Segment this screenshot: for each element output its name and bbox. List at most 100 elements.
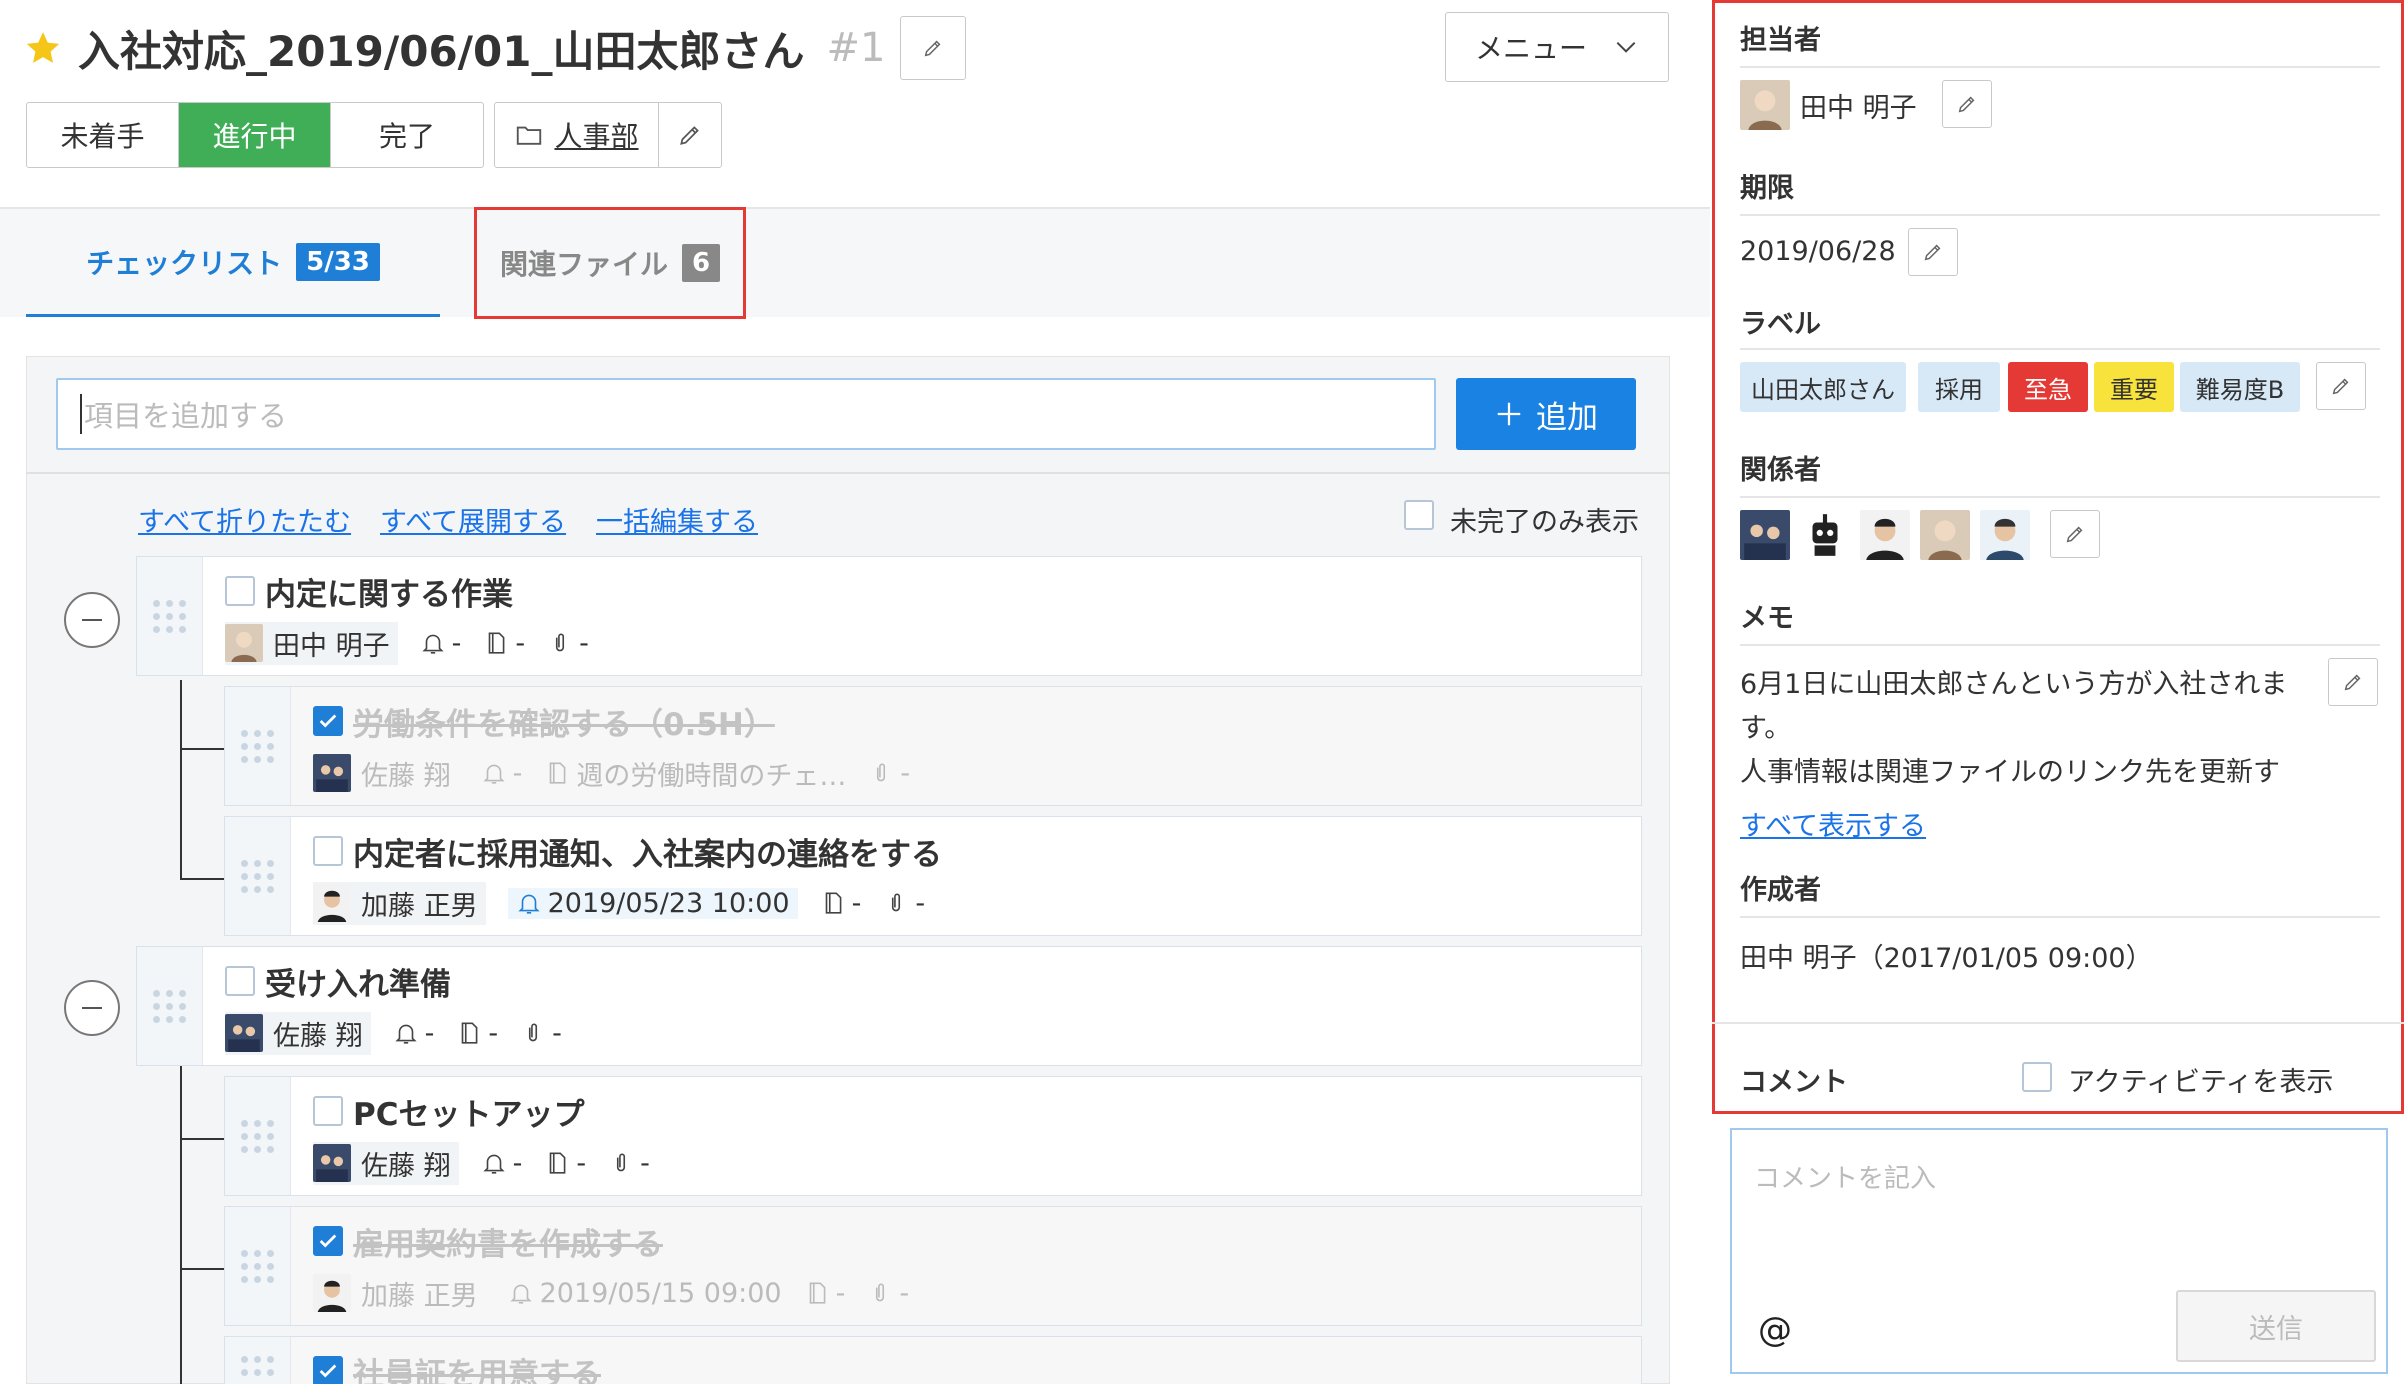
checklist-item[interactable]: 内定者に採用通知、入社案内の連絡をする 加藤 正男 2019/05/23 10:… <box>224 816 1642 936</box>
checklist-count-badge: 5/33 <box>296 242 380 281</box>
memo-text-line: す。 <box>1740 713 1792 744</box>
memo-show-all-link[interactable]: すべて表示する <box>1740 804 1926 843</box>
item-checkbox[interactable] <box>225 576 255 606</box>
item-assignee[interactable]: 佐藤 翔 <box>313 1141 459 1185</box>
collapse-group-button[interactable] <box>64 980 120 1036</box>
item-assignee[interactable]: 佐藤 翔 <box>225 1011 371 1055</box>
bell-icon <box>482 764 505 784</box>
item-attachment[interactable]: - <box>868 758 910 789</box>
item-attachment[interactable]: - <box>867 1278 909 1309</box>
item-attachment[interactable]: - <box>883 888 925 919</box>
item-title[interactable]: 受け入れ準備 <box>265 959 451 1004</box>
drag-handle[interactable] <box>225 1077 291 1195</box>
item-title[interactable]: 内定者に採用通知、入社案内の連絡をする <box>353 829 942 874</box>
edit-assignee-button[interactable] <box>1942 80 1992 128</box>
mention-icon[interactable]: @ <box>1758 1310 1792 1350</box>
item-note[interactable]: - <box>544 1148 586 1179</box>
checklist-item[interactable]: 雇用契約書を作成する 加藤 正男 2019/05/15 09:00 - - <box>224 1206 1642 1326</box>
item-attachment[interactable]: - <box>608 1148 650 1179</box>
tab-related-files[interactable]: 関連ファイル 6 <box>474 207 746 319</box>
item-note[interactable]: - <box>483 628 525 659</box>
bell-icon <box>509 1284 532 1304</box>
status-in-progress-button[interactable]: 進行中 <box>179 103 331 167</box>
star-icon[interactable] <box>24 29 62 67</box>
avatar[interactable] <box>1740 510 1790 560</box>
drag-handle[interactable] <box>137 557 203 675</box>
checklist-item[interactable]: 社員証を用意する <box>224 1336 1642 1384</box>
checklist-item[interactable]: 受け入れ準備 佐藤 翔 - - - <box>136 946 1642 1066</box>
checklist-item[interactable]: PCセットアップ 佐藤 翔 - - - <box>224 1076 1642 1196</box>
item-title[interactable]: 内定に関する作業 <box>265 569 513 614</box>
item-assignee[interactable]: 加藤 正男 <box>313 1272 486 1315</box>
item-note[interactable]: - <box>820 888 861 919</box>
item-checkbox[interactable] <box>313 1096 343 1126</box>
item-reminder[interactable]: - <box>481 758 522 789</box>
department-button[interactable]: 人事部 <box>495 103 659 167</box>
drag-handle[interactable] <box>225 1207 291 1325</box>
item-note[interactable]: - <box>804 1278 845 1309</box>
collapse-all-link[interactable]: すべて折りたたむ <box>138 500 351 539</box>
avatar[interactable] <box>1740 80 1790 130</box>
label-chip[interactable]: 難易度B <box>2180 362 2300 412</box>
item-reminder[interactable]: 2019/05/15 09:00 <box>508 1278 782 1309</box>
checklist-item[interactable]: 労働条件を確認する（0.5H） 佐藤 翔 - 週の労働時間のチェ… - <box>224 686 1642 806</box>
label-chip[interactable]: 山田太郎さん <box>1740 362 1906 412</box>
item-assignee[interactable]: 佐藤 翔 <box>313 752 459 795</box>
item-reminder[interactable]: - <box>420 628 461 659</box>
drag-handle[interactable] <box>225 1337 291 1384</box>
edit-department-button[interactable] <box>659 103 721 167</box>
add-item-button[interactable]: 追加 <box>1456 378 1636 450</box>
robot-avatar[interactable] <box>1800 510 1850 560</box>
item-title[interactable]: PCセットアップ <box>353 1089 584 1134</box>
drag-handle[interactable] <box>225 817 291 935</box>
checklist-item[interactable]: 内定に関する作業 田中 明子 - - - <box>136 556 1642 676</box>
item-assignee[interactable]: 加藤 正男 <box>313 881 486 925</box>
bulk-edit-link[interactable]: 一括編集する <box>596 500 758 539</box>
menu-button[interactable]: メニュー <box>1445 12 1669 82</box>
item-assignee[interactable]: 田中 明子 <box>225 621 398 665</box>
tab-checklist[interactable]: チェックリスト 5/33 <box>26 209 440 317</box>
show-activity-checkbox[interactable] <box>2022 1062 2052 1092</box>
item-checkbox[interactable] <box>225 966 255 996</box>
item-checkbox[interactable] <box>313 706 343 736</box>
section-divider <box>1740 214 2380 216</box>
drag-handle[interactable] <box>137 947 203 1065</box>
edit-title-button[interactable] <box>900 16 966 80</box>
edit-members-button[interactable] <box>2050 510 2100 558</box>
item-attachment[interactable]: - <box>547 628 589 659</box>
plus-icon <box>1497 402 1521 426</box>
item-title[interactable]: 社員証を用意する <box>353 1349 601 1384</box>
item-title[interactable]: 労働条件を確認する（0.5H） <box>353 699 775 744</box>
expand-all-link[interactable]: すべて展開する <box>380 500 566 539</box>
status-done-button[interactable]: 完了 <box>331 103 483 167</box>
collapse-group-button[interactable] <box>64 592 120 648</box>
item-attachment[interactable]: - <box>520 1018 562 1049</box>
status-not-started-button[interactable]: 未着手 <box>27 103 179 167</box>
item-reminder[interactable]: 2019/05/23 10:00 <box>507 887 798 919</box>
tree-line <box>180 878 224 880</box>
label-chip[interactable]: 重要 <box>2094 362 2174 412</box>
avatar[interactable] <box>1920 510 1970 560</box>
edit-labels-button[interactable] <box>2316 362 2366 410</box>
drag-handle[interactable] <box>225 687 291 805</box>
edit-memo-button[interactable] <box>2328 658 2378 706</box>
check-icon <box>319 1364 337 1378</box>
item-checkbox[interactable] <box>313 836 343 866</box>
item-checkbox[interactable] <box>313 1226 343 1256</box>
members-heading: 関係者 <box>1740 455 1821 486</box>
label-chip[interactable]: 採用 <box>1918 362 2000 412</box>
avatar[interactable] <box>1980 510 2030 560</box>
item-checkbox[interactable] <box>313 1356 343 1384</box>
send-button[interactable]: 送信 <box>2176 1290 2376 1362</box>
item-title[interactable]: 雇用契約書を作成する <box>353 1219 663 1264</box>
paperclip-icon <box>556 633 565 652</box>
item-reminder[interactable]: - <box>481 1148 522 1179</box>
item-reminder[interactable]: - <box>393 1018 434 1049</box>
add-item-input[interactable]: 項目を追加する <box>56 378 1436 450</box>
label-chip[interactable]: 至急 <box>2008 362 2088 412</box>
item-note[interactable]: - <box>456 1018 498 1049</box>
edit-due-button[interactable] <box>1908 228 1958 276</box>
incomplete-only-checkbox[interactable] <box>1404 500 1434 530</box>
avatar[interactable] <box>1860 510 1910 560</box>
item-note[interactable]: 週の労働時間のチェ… <box>544 754 846 793</box>
